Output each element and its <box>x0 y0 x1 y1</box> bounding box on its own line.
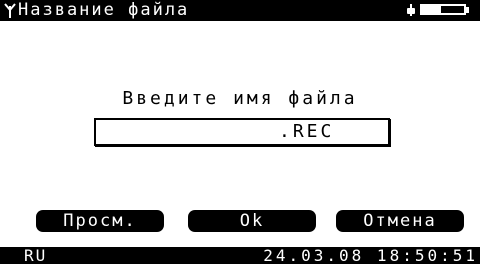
view-button[interactable]: Просм. <box>36 210 164 232</box>
battery-tip <box>466 7 469 13</box>
filename-input[interactable]: .REC <box>94 118 390 146</box>
battery-icon <box>420 4 466 15</box>
filename-prompt: Введите имя файла <box>122 88 358 109</box>
cancel-button[interactable]: Отмена <box>336 210 464 232</box>
window-title: Название файла <box>18 0 190 20</box>
language-indicator: RU <box>24 247 48 264</box>
filename-value[interactable] <box>96 120 388 144</box>
antenna-icon <box>4 3 16 18</box>
ok-button[interactable]: Ok <box>188 210 316 232</box>
filename-extension: .REC <box>279 121 335 142</box>
battery-level <box>422 6 441 13</box>
device-screen: Название файла Введите имя файла .REC Пр… <box>0 0 480 264</box>
date-time: 24.03.08 18:50:51 <box>263 247 478 264</box>
plug-icon <box>407 4 415 16</box>
status-bar: RU 24.03.08 18:50:51 <box>0 247 480 264</box>
title-bar: Название файла <box>0 0 480 21</box>
